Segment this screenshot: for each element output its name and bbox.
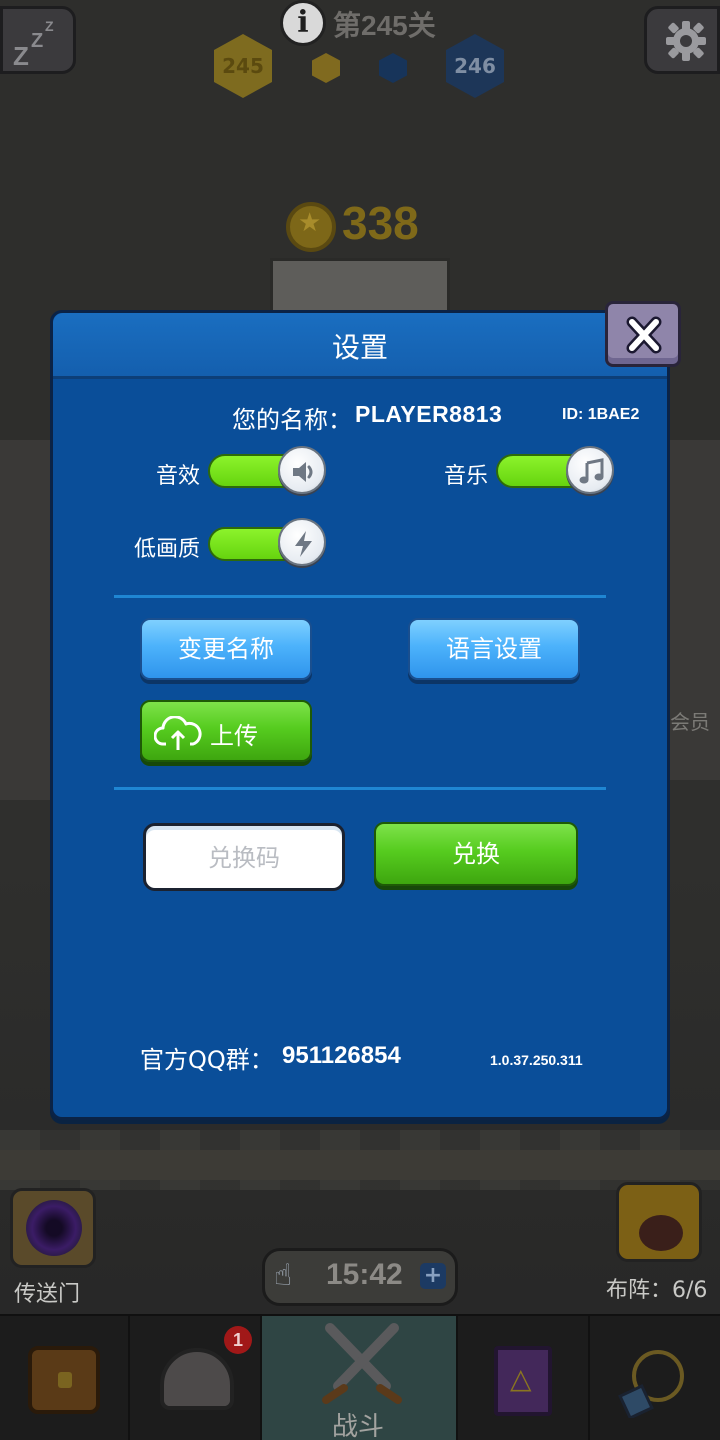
- spell-book-icon: [494, 1346, 552, 1416]
- player-name-label: 您的名称：: [232, 406, 352, 434]
- version-text: 1.0.37.250.311: [490, 1052, 583, 1068]
- portal-icon: [26, 1200, 82, 1256]
- battle-label: 战斗: [332, 1412, 385, 1440]
- info-icon[interactable]: i: [280, 0, 326, 46]
- settings-button[interactable]: [644, 6, 720, 74]
- sound-toggle-knob[interactable]: [278, 446, 326, 494]
- low-quality-toggle-knob[interactable]: [278, 518, 326, 566]
- low-quality-label: 低画质: [134, 537, 201, 562]
- portal-label: 传送门: [14, 1282, 81, 1307]
- altar: [270, 258, 450, 318]
- player-id: ID: 1BAE2: [562, 406, 640, 423]
- coin-icon: [286, 202, 336, 252]
- cloud-upload-icon: [154, 716, 202, 750]
- upload-label: 上传: [210, 722, 258, 750]
- notification-badge: 1: [224, 1326, 252, 1354]
- level-title: 第245关: [333, 10, 436, 41]
- svg-text:Z: Z: [31, 30, 43, 52]
- close-button[interactable]: [605, 301, 681, 367]
- language-settings-button[interactable]: 语言设置: [408, 618, 580, 680]
- sound-label: 音效: [156, 464, 201, 489]
- close-icon: [626, 316, 662, 354]
- arena-floor-edge: [0, 1150, 720, 1180]
- qq-group-number: 951126854: [282, 1042, 401, 1069]
- crossed-swords-icon: [316, 1322, 408, 1410]
- add-time-button[interactable]: +: [420, 1263, 446, 1289]
- formation-icon: [639, 1215, 683, 1251]
- zzz-icon: Z Z Z: [13, 18, 54, 71]
- svg-text:Z: Z: [45, 18, 54, 34]
- redeem-code-input[interactable]: 兑换码: [143, 823, 345, 891]
- divider-top: [114, 595, 606, 598]
- tap-hand-icon: ☝: [274, 1258, 293, 1293]
- rename-button[interactable]: 变更名称: [140, 618, 312, 680]
- divider-bottom: [114, 787, 606, 790]
- speaker-icon: [293, 462, 313, 482]
- formation-button[interactable]: [616, 1182, 702, 1262]
- lightning-icon: [295, 531, 312, 557]
- redeem-button[interactable]: 兑换: [374, 822, 578, 886]
- sleep-button[interactable]: Z Z Z: [0, 6, 76, 74]
- timer-value: 15:42: [326, 1258, 403, 1291]
- treasure-chest-icon: [28, 1346, 100, 1414]
- music-note-icon: [579, 458, 604, 484]
- upload-button[interactable]: 上传: [140, 700, 312, 762]
- player-name-value: PLAYER8813: [355, 401, 503, 427]
- music-toggle-knob[interactable]: [566, 446, 614, 494]
- portal-button[interactable]: [10, 1188, 96, 1268]
- vip-label[interactable]: 会员: [670, 706, 710, 735]
- gear-icon: [666, 21, 706, 61]
- music-label: 音乐: [444, 464, 489, 489]
- svg-text:Z: Z: [13, 41, 29, 71]
- qq-group-label: 官方QQ群：: [140, 1046, 274, 1074]
- coin-count: 338: [342, 197, 419, 249]
- amulet-icon: [618, 1346, 688, 1422]
- formation-label: 布阵：6/6: [606, 1278, 708, 1303]
- settings-dialog-title: 设置: [331, 331, 388, 364]
- left-side-panel: [0, 440, 50, 800]
